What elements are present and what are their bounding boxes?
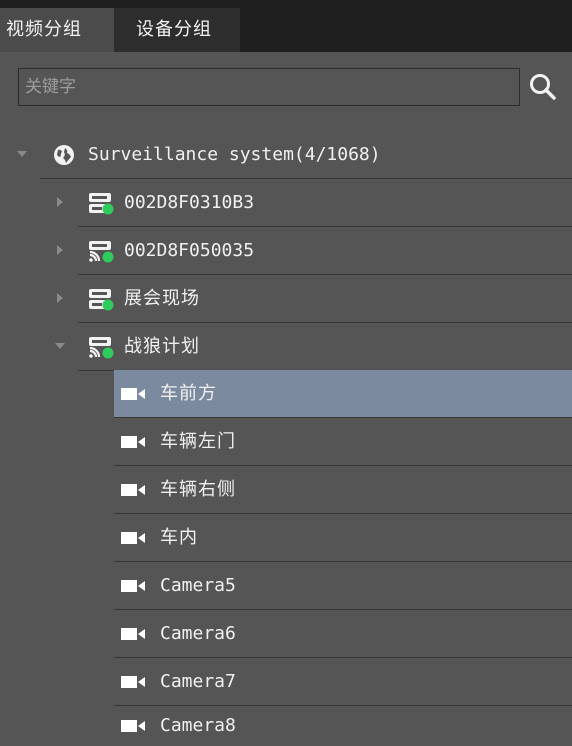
camera-icon <box>121 532 145 544</box>
tree-camera-row[interactable]: Camera5 <box>114 562 572 610</box>
tree-camera-row[interactable]: 车辆右侧 <box>114 466 572 514</box>
search-bar <box>0 52 572 128</box>
tree-camera-row[interactable]: Camera7 <box>114 658 572 706</box>
tree-camera-label: 车辆左门 <box>160 431 236 452</box>
device-online-icon <box>89 193 114 215</box>
tree-camera-row[interactable]: Camera8 <box>114 706 572 744</box>
tree-device-row[interactable]: 展会现场 <box>57 275 572 323</box>
tree-device-row[interactable]: 002D8F050035 <box>57 227 572 275</box>
camera-icon <box>121 580 145 592</box>
tab-video-groups[interactable]: 视频分组 <box>0 8 114 52</box>
caret-right-icon[interactable] <box>54 292 66 304</box>
wireless-device-online-icon <box>89 337 114 359</box>
caret-down-icon[interactable] <box>54 340 66 352</box>
tree-device-label: 002D8F0310B3 <box>124 192 255 213</box>
caret-right-icon[interactable] <box>54 196 66 208</box>
tab-device-groups[interactable]: 设备分组 <box>114 8 240 52</box>
camera-icon <box>121 388 145 400</box>
camera-icon <box>121 628 145 640</box>
tree-root-row[interactable]: Surveillance system(4/1068) <box>17 131 572 179</box>
tree-camera-label: Camera6 <box>160 623 236 644</box>
tree-camera-row[interactable]: 车内 <box>114 514 572 562</box>
tree-root-label: Surveillance system(4/1068) <box>88 144 381 165</box>
search-button[interactable] <box>526 70 560 104</box>
wireless-device-online-icon <box>89 241 114 263</box>
tree-camera-label: Camera8 <box>160 715 236 736</box>
globe-icon <box>54 145 74 165</box>
tree-device-row[interactable]: 002D8F0310B3 <box>57 179 572 227</box>
camera-icon <box>121 436 145 448</box>
camera-icon <box>121 676 145 688</box>
tree-camera-label: 车辆右侧 <box>160 479 236 500</box>
device-online-icon <box>89 289 114 311</box>
tree-camera-row[interactable]: Camera6 <box>114 610 572 658</box>
tree-camera-label: Camera7 <box>160 671 236 692</box>
tree-camera-label: 车前方 <box>160 383 217 404</box>
tree-device-label: 002D8F050035 <box>124 240 255 261</box>
caret-down-icon[interactable] <box>16 148 28 160</box>
tab-bar: 视频分组 设备分组 <box>0 0 572 52</box>
tree-camera-label: Camera5 <box>160 575 236 596</box>
caret-right-icon[interactable] <box>54 244 66 256</box>
search-input[interactable] <box>18 68 520 106</box>
tree-device-row[interactable]: 战狼计划 <box>55 323 572 371</box>
tree-camera-row[interactable]: 车辆左门 <box>114 418 572 466</box>
tree-camera-row-selected[interactable]: 车前方 <box>114 370 572 418</box>
tree-device-label: 战狼计划 <box>124 336 200 357</box>
tree-device-label: 展会现场 <box>124 288 200 309</box>
search-icon <box>530 74 556 100</box>
tree-camera-label: 车内 <box>160 527 198 548</box>
camera-icon <box>121 484 145 496</box>
camera-icon <box>121 720 145 732</box>
